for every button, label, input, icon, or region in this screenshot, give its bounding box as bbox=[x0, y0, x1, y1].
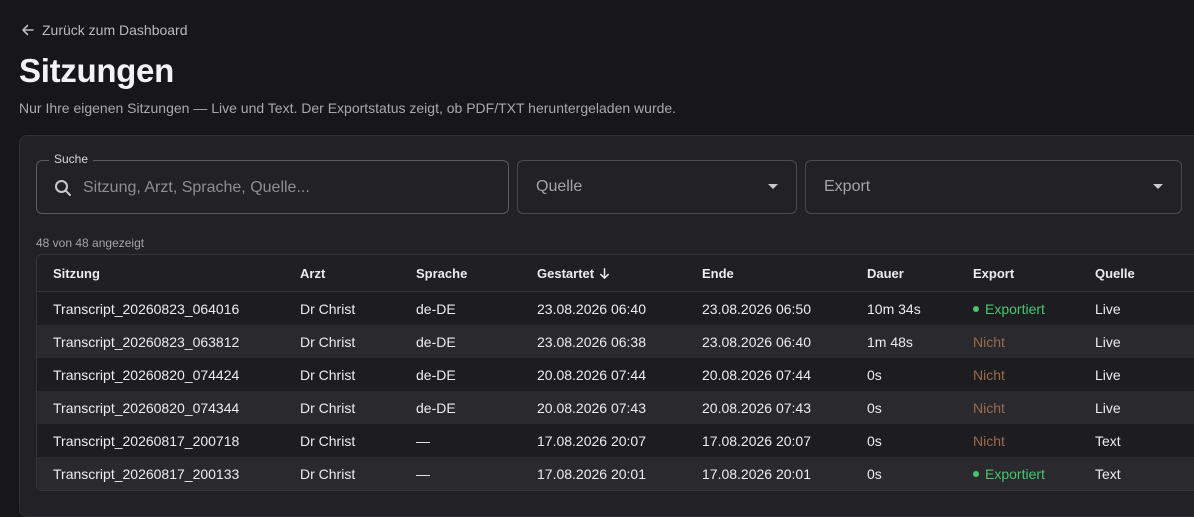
sessions-table: Sitzung Arzt Sprache Gestartet Ende Daue… bbox=[36, 254, 1194, 491]
search-input[interactable] bbox=[81, 161, 505, 215]
cell-export: Nicht bbox=[957, 358, 1079, 391]
page-title: Sitzungen bbox=[19, 52, 174, 89]
cell-sprache: de-DE bbox=[400, 325, 521, 358]
chevron-down-icon bbox=[1153, 184, 1163, 189]
chevron-down-icon bbox=[768, 184, 778, 189]
status-dot-icon bbox=[973, 305, 979, 312]
cell-ende: 20.08.2026 07:43 bbox=[686, 391, 851, 424]
column-header-sitzung[interactable]: Sitzung bbox=[37, 255, 284, 292]
result-count: 48 von 48 angezeigt bbox=[36, 236, 145, 250]
cell-export: Exportiert bbox=[957, 291, 1079, 325]
cell-sprache: de-DE bbox=[400, 358, 521, 391]
table-row[interactable]: Transcript_20260823_064016 Dr Christ de-DE… bbox=[37, 291, 1194, 325]
cell-dauer: 1m 48s bbox=[851, 325, 957, 358]
table-row[interactable]: Transcript_20260820_074424 Dr Christ de-DE… bbox=[37, 358, 1194, 391]
cell-arzt: Dr Christ bbox=[284, 358, 400, 391]
status-dot-icon bbox=[973, 470, 979, 477]
cell-dauer: 0s bbox=[851, 424, 957, 457]
column-header-arzt[interactable]: Arzt bbox=[284, 255, 400, 292]
cell-dauer: 0s bbox=[851, 358, 957, 391]
column-header-quelle[interactable]: Quelle bbox=[1079, 255, 1194, 292]
cell-sprache: — bbox=[400, 424, 521, 457]
cell-sitzung: Transcript_20260820_074344 bbox=[37, 391, 284, 424]
cell-sitzung: Transcript_20260823_064016 bbox=[37, 291, 284, 325]
export-status-badge: Nicht bbox=[973, 400, 1005, 416]
export-status-badge: Nicht bbox=[973, 334, 1005, 350]
column-header-dauer[interactable]: Dauer bbox=[851, 255, 957, 292]
cell-sitzung: Transcript_20260820_074424 bbox=[37, 358, 284, 391]
cell-ende: 17.08.2026 20:07 bbox=[686, 424, 851, 457]
export-status-badge: Nicht bbox=[973, 433, 1005, 449]
arrow-left-icon bbox=[22, 24, 34, 36]
cell-arzt: Dr Christ bbox=[284, 325, 400, 358]
cell-ende: 23.08.2026 06:50 bbox=[686, 291, 851, 325]
cell-gestartet: 23.08.2026 06:38 bbox=[521, 325, 686, 358]
cell-export: Exportiert bbox=[957, 457, 1079, 490]
search-field[interactable]: Suche bbox=[36, 152, 509, 215]
table-row[interactable]: Transcript_20260820_074344 Dr Christ de-DE… bbox=[37, 391, 1194, 424]
back-link-label: Zurück zum Dashboard bbox=[42, 22, 188, 38]
cell-sprache: de-DE bbox=[400, 291, 521, 325]
quelle-select[interactable]: Quelle bbox=[517, 160, 797, 214]
column-header-ende[interactable]: Ende bbox=[686, 255, 851, 292]
export-status-badge: Nicht bbox=[973, 367, 1005, 383]
cell-sprache: — bbox=[400, 457, 521, 490]
cell-dauer: 0s bbox=[851, 391, 957, 424]
quelle-select-label: Quelle bbox=[536, 178, 583, 195]
column-header-export[interactable]: Export bbox=[957, 255, 1079, 292]
cell-quelle: Live bbox=[1079, 358, 1194, 391]
cell-gestartet: 20.08.2026 07:44 bbox=[521, 358, 686, 391]
export-status-label: Exportiert bbox=[985, 300, 1045, 317]
cell-export: Nicht bbox=[957, 325, 1079, 358]
cell-quelle: Live bbox=[1079, 291, 1194, 325]
cell-gestartet: 17.08.2026 20:01 bbox=[521, 457, 686, 490]
export-status-label: Nicht bbox=[973, 399, 1005, 416]
cell-arzt: Dr Christ bbox=[284, 424, 400, 457]
table-row[interactable]: Transcript_20260817_200718 Dr Christ —17.0… bbox=[37, 424, 1194, 457]
cell-arzt: Dr Christ bbox=[284, 457, 400, 490]
search-icon bbox=[55, 180, 71, 196]
cell-sitzung: Transcript_20260817_200718 bbox=[37, 424, 284, 457]
cell-export: Nicht bbox=[957, 391, 1079, 424]
export-status-badge: Exportiert bbox=[973, 301, 1045, 317]
export-select-label: Export bbox=[824, 178, 871, 195]
cell-quelle: Live bbox=[1079, 391, 1194, 424]
table-row[interactable]: Transcript_20260817_200133 Dr Christ —17.0… bbox=[37, 457, 1194, 490]
cell-export: Nicht bbox=[957, 424, 1079, 457]
cell-arzt: Dr Christ bbox=[284, 391, 400, 424]
cell-sitzung: Transcript_20260823_063812 bbox=[37, 325, 284, 358]
export-status-label: Nicht bbox=[973, 366, 1005, 383]
page-subtitle: Nur Ihre eigenen Sitzungen — Live und Te… bbox=[19, 100, 677, 116]
sessions-card: Suche Quelle Export 48 von 48 angezeigt … bbox=[19, 135, 1194, 517]
cell-quelle: Text bbox=[1079, 457, 1194, 490]
cell-ende: 17.08.2026 20:01 bbox=[686, 457, 851, 490]
cell-gestartet: 23.08.2026 06:40 bbox=[521, 291, 686, 325]
sort-arrow-down-icon bbox=[600, 267, 610, 279]
cell-dauer: 10m 34s bbox=[851, 291, 957, 325]
cell-arzt: Dr Christ bbox=[284, 291, 400, 325]
cell-ende: 23.08.2026 06:40 bbox=[686, 325, 851, 358]
cell-quelle: Live bbox=[1079, 325, 1194, 358]
cell-sitzung: Transcript_20260817_200133 bbox=[37, 457, 284, 490]
cell-sprache: de-DE bbox=[400, 391, 521, 424]
cell-dauer: 0s bbox=[851, 457, 957, 490]
cell-ende: 20.08.2026 07:44 bbox=[686, 358, 851, 391]
table-row[interactable]: Transcript_20260823_063812 Dr Christ de-DE… bbox=[37, 325, 1194, 358]
export-select[interactable]: Export bbox=[805, 160, 1182, 214]
cell-gestartet: 20.08.2026 07:43 bbox=[521, 391, 686, 424]
table-header-row: Sitzung Arzt Sprache Gestartet Ende Daue… bbox=[37, 255, 1194, 292]
back-to-dashboard-link[interactable]: Zurück zum Dashboard bbox=[20, 22, 188, 38]
column-header-sprache[interactable]: Sprache bbox=[400, 255, 521, 292]
export-status-badge: Exportiert bbox=[973, 466, 1045, 482]
column-header-gestartet[interactable]: Gestartet bbox=[521, 255, 686, 292]
export-status-label: Exportiert bbox=[985, 465, 1045, 482]
export-status-label: Nicht bbox=[973, 333, 1005, 350]
cell-gestartet: 17.08.2026 20:07 bbox=[521, 424, 686, 457]
export-status-label: Nicht bbox=[973, 432, 1005, 449]
cell-quelle: Text bbox=[1079, 424, 1194, 457]
